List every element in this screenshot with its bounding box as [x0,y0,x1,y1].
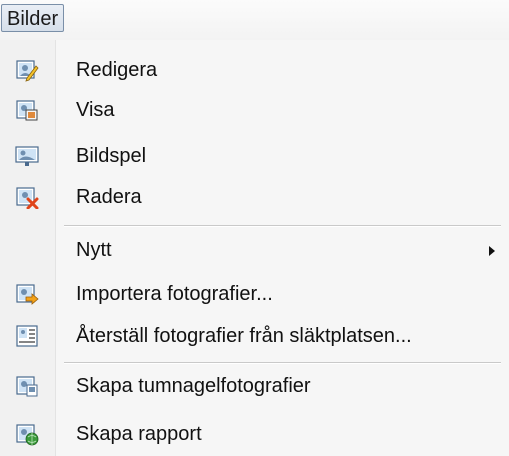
view-picture-icon [16,100,38,121]
slideshow-icon [15,146,39,166]
menu-item-label: Radera [76,186,142,208]
submenu-arrow-icon [489,246,495,256]
menu-item-visa[interactable]: Visa [0,90,509,130]
menu-item-label: Skapa tumnagelfotografier [76,375,311,397]
menu-item-skapa-tumnagelfotografier[interactable]: Skapa tumnagelfotografier [0,366,509,406]
edit-picture-icon [16,60,39,82]
menu-item-label: Skapa rapport [76,423,202,445]
create-report-icon [16,424,39,446]
menu-item-label: Importera fotografier... [76,283,273,305]
bilder-dropdown-menu: Redigera Visa Bildspel Radera Nytt Impor… [0,40,509,456]
menu-separator [64,225,501,227]
menu-item-label: Visa [76,99,115,121]
menu-item-label: Redigera [76,59,158,81]
menu-item-label: Nytt [76,239,112,261]
menu-separator [64,362,501,364]
menu-item-label: Bildspel [76,145,147,167]
create-thumbnails-icon [16,376,38,397]
delete-picture-icon [16,187,39,209]
menu-bar: Bilder [0,0,509,40]
menu-item-bildspel[interactable]: Bildspel [0,136,509,176]
menu-item-redigera[interactable]: Redigera [0,50,509,90]
menu-item-label: Återställ fotografier från släktplatsen.… [76,325,412,347]
menu-item-nytt[interactable]: Nytt [0,230,509,270]
menu-item-radera[interactable]: Radera [0,177,509,217]
import-photos-icon [16,284,39,305]
menu-bilder[interactable]: Bilder [1,4,65,32]
menu-item-aterstall-fotografier[interactable]: Återställ fotografier från släktplatsen.… [0,316,509,356]
restore-photos-icon [16,325,38,347]
menu-item-importera-fotografier[interactable]: Importera fotografier... [0,274,509,314]
menu-item-skapa-rapport[interactable]: Skapa rapport [0,414,509,454]
